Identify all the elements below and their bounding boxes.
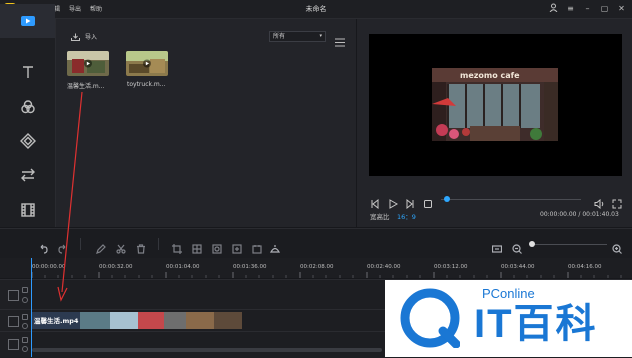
watermark-title: IT百科 [474, 302, 598, 346]
watermark-brand: PConline [482, 286, 535, 301]
pconline-logo-icon [400, 288, 460, 348]
